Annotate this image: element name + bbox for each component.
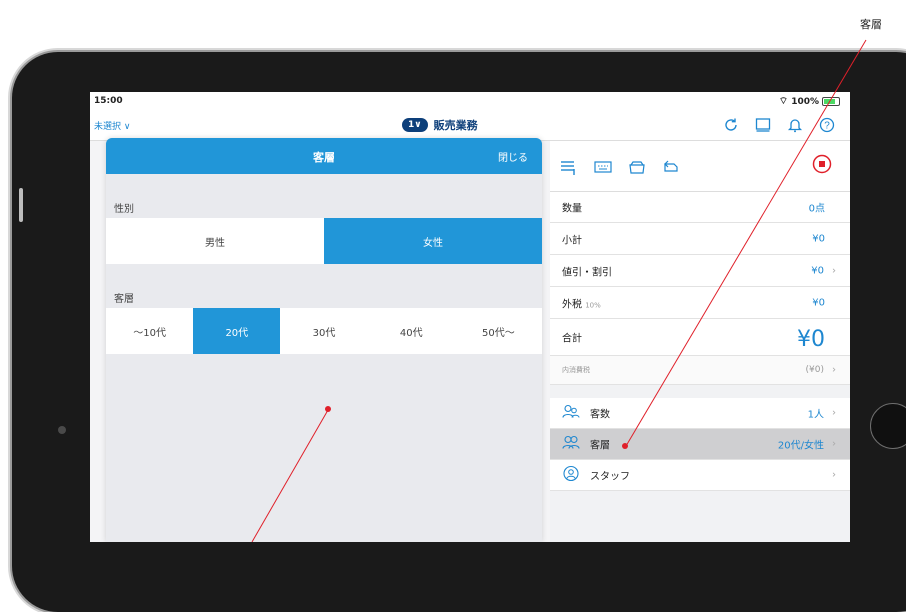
annotation-lines	[251, 39, 867, 542]
annotation-line-panel	[251, 409, 329, 542]
annotation-dot	[622, 443, 628, 449]
annotation-dot	[325, 406, 331, 412]
annotation-line-top	[625, 39, 867, 447]
